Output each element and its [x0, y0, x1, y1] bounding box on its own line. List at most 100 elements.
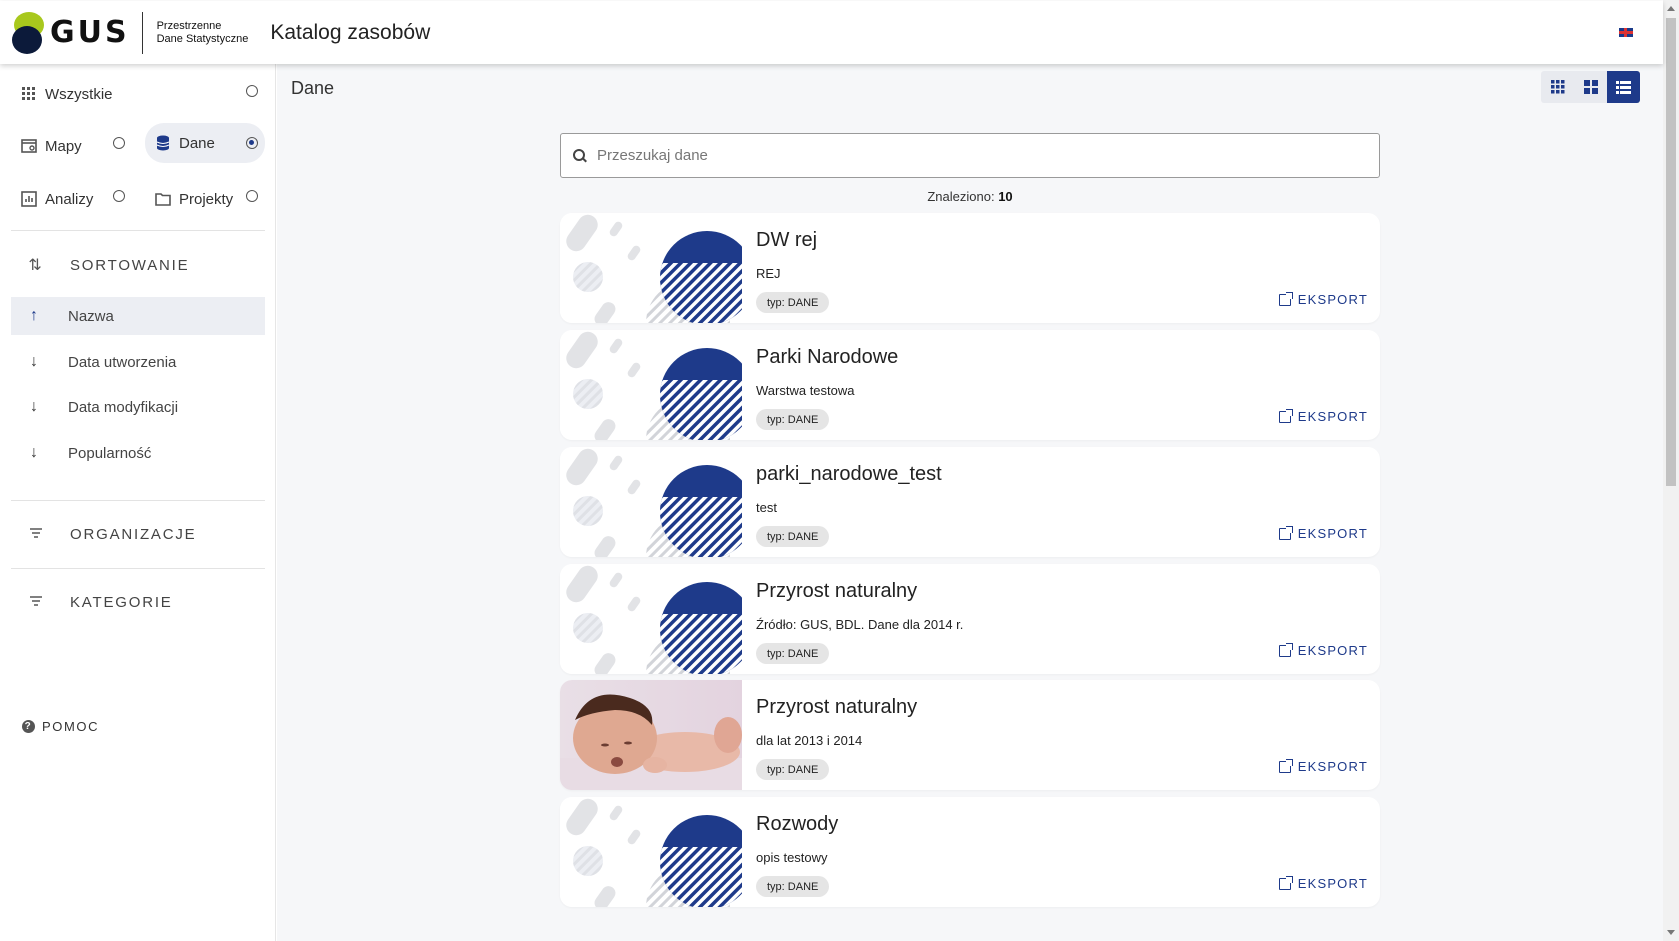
page-scrollbar[interactable]	[1663, 0, 1679, 941]
search-input[interactable]	[597, 147, 1357, 164]
radio-all[interactable]	[246, 85, 258, 97]
export-button[interactable]: EKSPORT	[1278, 525, 1368, 541]
card-title[interactable]: Przyrost naturalny	[756, 580, 917, 603]
card-thumbnail	[560, 797, 742, 907]
card-title[interactable]: DW rej	[756, 229, 817, 252]
card-title[interactable]: parki_narodowe_test	[756, 463, 942, 486]
found-count: 10	[998, 189, 1013, 204]
sort-item-modified[interactable]: ↓ Data modyfikacji	[11, 388, 265, 426]
type-chip: typ: DANE	[756, 292, 830, 313]
card-body: DW rej REJ typ: DANE EKSPORT	[756, 213, 1380, 323]
card-title[interactable]: Rozwody	[756, 813, 838, 836]
main-content: Dane Znaleziono: 10	[277, 64, 1663, 941]
type-chip: typ: DANE	[756, 876, 830, 897]
logo-mark-icon	[12, 11, 44, 54]
arrow-down-icon: ↓	[30, 444, 38, 461]
thumbnail-pattern-icon	[566, 448, 742, 557]
top-bar: GUS Przestrzenne Dane Statystyczne Katal…	[0, 1, 1663, 64]
type-filter-maps[interactable]: Mapy	[11, 127, 92, 165]
radio-analyses[interactable]	[113, 190, 125, 202]
card-thumbnail	[560, 564, 742, 674]
map-icon	[21, 138, 37, 154]
type-filter-analyses[interactable]: Analizy	[11, 180, 103, 218]
card-description: test	[756, 500, 777, 515]
sort-item-name[interactable]: ↑ Nazwa	[11, 297, 265, 335]
view-mode-toggle	[1541, 71, 1640, 103]
type-filter-label: Wszystkie	[45, 85, 113, 103]
sorting-header[interactable]: ⇅ SORTOWANIE	[26, 255, 189, 275]
scroll-up-arrow-icon[interactable]	[1667, 6, 1675, 11]
page-title: Dane	[291, 78, 335, 98]
sorting-heading: SORTOWANIE	[70, 256, 190, 274]
type-chip: typ: DANE	[756, 759, 830, 780]
small-grid-view-button[interactable]	[1541, 71, 1574, 103]
sort-item-label: Data utworzenia	[68, 353, 177, 371]
result-card[interactable]: Parki Narodowe Warstwa testowa typ: DANE…	[560, 330, 1380, 440]
list-view-button[interactable]	[1607, 71, 1640, 103]
open-in-new-icon	[1278, 525, 1293, 540]
radio-data[interactable]	[246, 137, 258, 149]
help-icon: ?	[22, 720, 35, 733]
grid-icon	[21, 86, 37, 102]
app-title: Katalog zasobów	[270, 20, 431, 44]
type-filter-all[interactable]: Wszystkie	[11, 75, 123, 113]
logo-subtitle-line1: Przestrzenne	[156, 19, 222, 32]
export-button[interactable]: EKSPORT	[1278, 758, 1368, 774]
result-card[interactable]: Rozwody opis testowy typ: DANE EKSPORT	[560, 797, 1380, 907]
export-button[interactable]: EKSPORT	[1278, 408, 1368, 424]
card-body: Przyrost naturalny Źródło: GUS, BDL. Dan…	[756, 564, 1380, 674]
thumbnail-pattern-icon	[566, 565, 742, 674]
type-chip: typ: DANE	[756, 409, 830, 430]
gus-logo[interactable]: GUS Przestrzenne Dane Statystyczne	[12, 11, 249, 54]
export-button[interactable]: EKSPORT	[1278, 642, 1368, 658]
sort-item-label: Popularność	[68, 444, 152, 462]
export-button[interactable]: EKSPORT	[1278, 875, 1368, 891]
help-link[interactable]: ? POMOC	[22, 719, 99, 734]
radio-projects[interactable]	[246, 190, 258, 202]
categories-heading: KATEGORIE	[70, 593, 173, 611]
categories-filter[interactable]: KATEGORIE	[26, 593, 173, 611]
card-body: Przyrost naturalny dla lat 2013 i 2014 t…	[756, 680, 1380, 790]
scroll-down-arrow-icon[interactable]	[1667, 930, 1675, 935]
card-title[interactable]: Parki Narodowe	[756, 346, 898, 369]
card-body: parki_narodowe_test test typ: DANE EKSPO…	[756, 447, 1380, 557]
card-body: Rozwody opis testowy typ: DANE EKSPORT	[756, 797, 1380, 907]
filter-icon	[26, 525, 46, 543]
arrow-down-icon: ↓	[30, 353, 38, 370]
result-card[interactable]: Przyrost naturalny Źródło: GUS, BDL. Dan…	[560, 564, 1380, 674]
divider	[11, 500, 265, 501]
card-body: Parki Narodowe Warstwa testowa typ: DANE…	[756, 330, 1380, 440]
type-filter-projects[interactable]: Projekty	[145, 180, 243, 218]
folder-icon	[155, 191, 171, 207]
open-in-new-icon	[1278, 642, 1293, 657]
card-thumbnail	[560, 447, 742, 557]
sort-item-label: Data modyfikacji	[68, 398, 179, 416]
result-card[interactable]: DW rej REJ typ: DANE EKSPORT	[560, 213, 1380, 323]
type-chip: typ: DANE	[756, 526, 830, 547]
sort-item-popularity[interactable]: ↓ Popularność	[11, 434, 265, 472]
thumbnail-pattern-icon	[566, 214, 742, 323]
organizations-filter[interactable]: ORGANIZACJE	[26, 525, 196, 543]
organizations-heading: ORGANIZACJE	[70, 525, 197, 543]
export-label: EKSPORT	[1297, 876, 1368, 891]
card-description: opis testowy	[756, 850, 828, 865]
radio-maps[interactable]	[113, 137, 125, 149]
open-in-new-icon	[1278, 758, 1293, 773]
result-card[interactable]: parki_narodowe_test test typ: DANE EKSPO…	[560, 447, 1380, 557]
sidebar: Wszystkie Mapy Dane Analizy Projekty ⇅ S…	[0, 64, 276, 941]
uk-flag-icon[interactable]	[1619, 28, 1633, 37]
scrollbar-thumb[interactable]	[1666, 18, 1676, 486]
open-in-new-icon	[1278, 408, 1293, 423]
large-grid-view-button[interactable]	[1574, 71, 1607, 103]
sort-item-created[interactable]: ↓ Data utworzenia	[11, 343, 265, 381]
search-box[interactable]	[560, 133, 1380, 178]
list-icon	[1616, 80, 1631, 94]
card-thumbnail	[560, 680, 742, 790]
type-filter-label: Analizy	[45, 190, 94, 208]
card-title[interactable]: Przyrost naturalny	[756, 696, 917, 719]
logo-subtitle-line2: Dane Statystyczne	[156, 32, 249, 45]
open-in-new-icon	[1278, 875, 1293, 890]
logo-subtitle: Przestrzenne Dane Statystyczne	[157, 20, 249, 46]
result-card[interactable]: Przyrost naturalny dla lat 2013 i 2014 t…	[560, 680, 1380, 790]
export-button[interactable]: EKSPORT	[1278, 291, 1368, 307]
